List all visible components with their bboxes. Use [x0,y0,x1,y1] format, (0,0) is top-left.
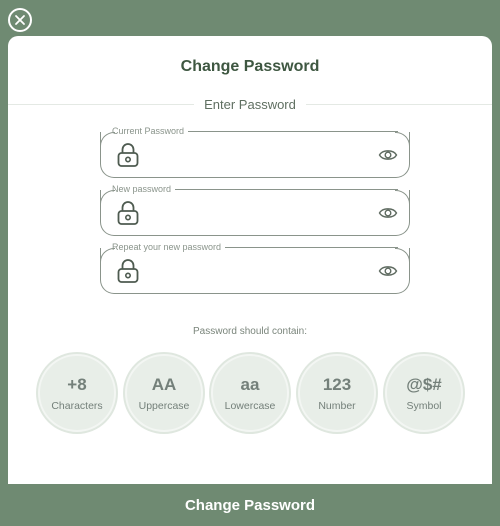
change-password-button[interactable]: Change Password [8,484,492,526]
requirement-uppercase-badge: AA Uppercase [125,354,203,432]
section-label: Enter Password [194,97,306,112]
requirement-characters-badge: +8 Characters [38,354,116,432]
requirement-label: Number [318,399,356,412]
current-password-field[interactable]: Current Password [100,126,410,178]
current-password-input[interactable] [148,142,358,168]
change-password-dialog: Change Password Enter Password Current P… [8,36,492,526]
section-heading: Enter Password [8,96,492,114]
requirement-symbol: AA [151,374,177,394]
requirement-lowercase-badge: aa Lowercase [211,354,289,432]
requirement-symbol: aa [240,374,260,394]
eye-icon[interactable] [378,205,398,221]
close-button[interactable] [8,8,32,32]
new-password-input[interactable] [148,200,358,226]
requirement-label: Uppercase [138,399,190,412]
field-legend: Current Password [112,126,398,136]
dialog-title: Change Password [180,58,320,75]
requirement-number-badge: 123 Number [298,354,376,432]
eye-icon[interactable] [378,263,398,279]
field-legend: Repeat your new password [112,242,398,252]
requirement-label: Characters [51,399,103,412]
requirement-symbol-badge: @$# Symbol [385,354,463,432]
close-icon [15,15,25,25]
requirements-heading: Password should contain: [193,326,307,337]
new-password-label: New password [112,184,172,194]
requirement-label: Lowercase [224,399,276,412]
repeat-password-input[interactable] [148,258,358,284]
current-password-label: Current Password [112,126,185,136]
repeat-password-label: Repeat your new password [112,242,222,252]
field-legend: New password [112,184,398,194]
requirement-symbol: @$# [406,374,442,394]
requirement-label: Symbol [406,399,442,412]
lock-icon [117,143,139,167]
lock-icon [117,201,139,225]
new-password-field[interactable]: New password [100,184,410,236]
requirement-symbol: 123 [322,374,352,394]
repeat-password-field[interactable]: Repeat your new password [100,242,410,294]
lock-icon [117,259,139,283]
eye-icon[interactable] [378,147,398,163]
requirement-symbol: +8 [67,374,87,394]
